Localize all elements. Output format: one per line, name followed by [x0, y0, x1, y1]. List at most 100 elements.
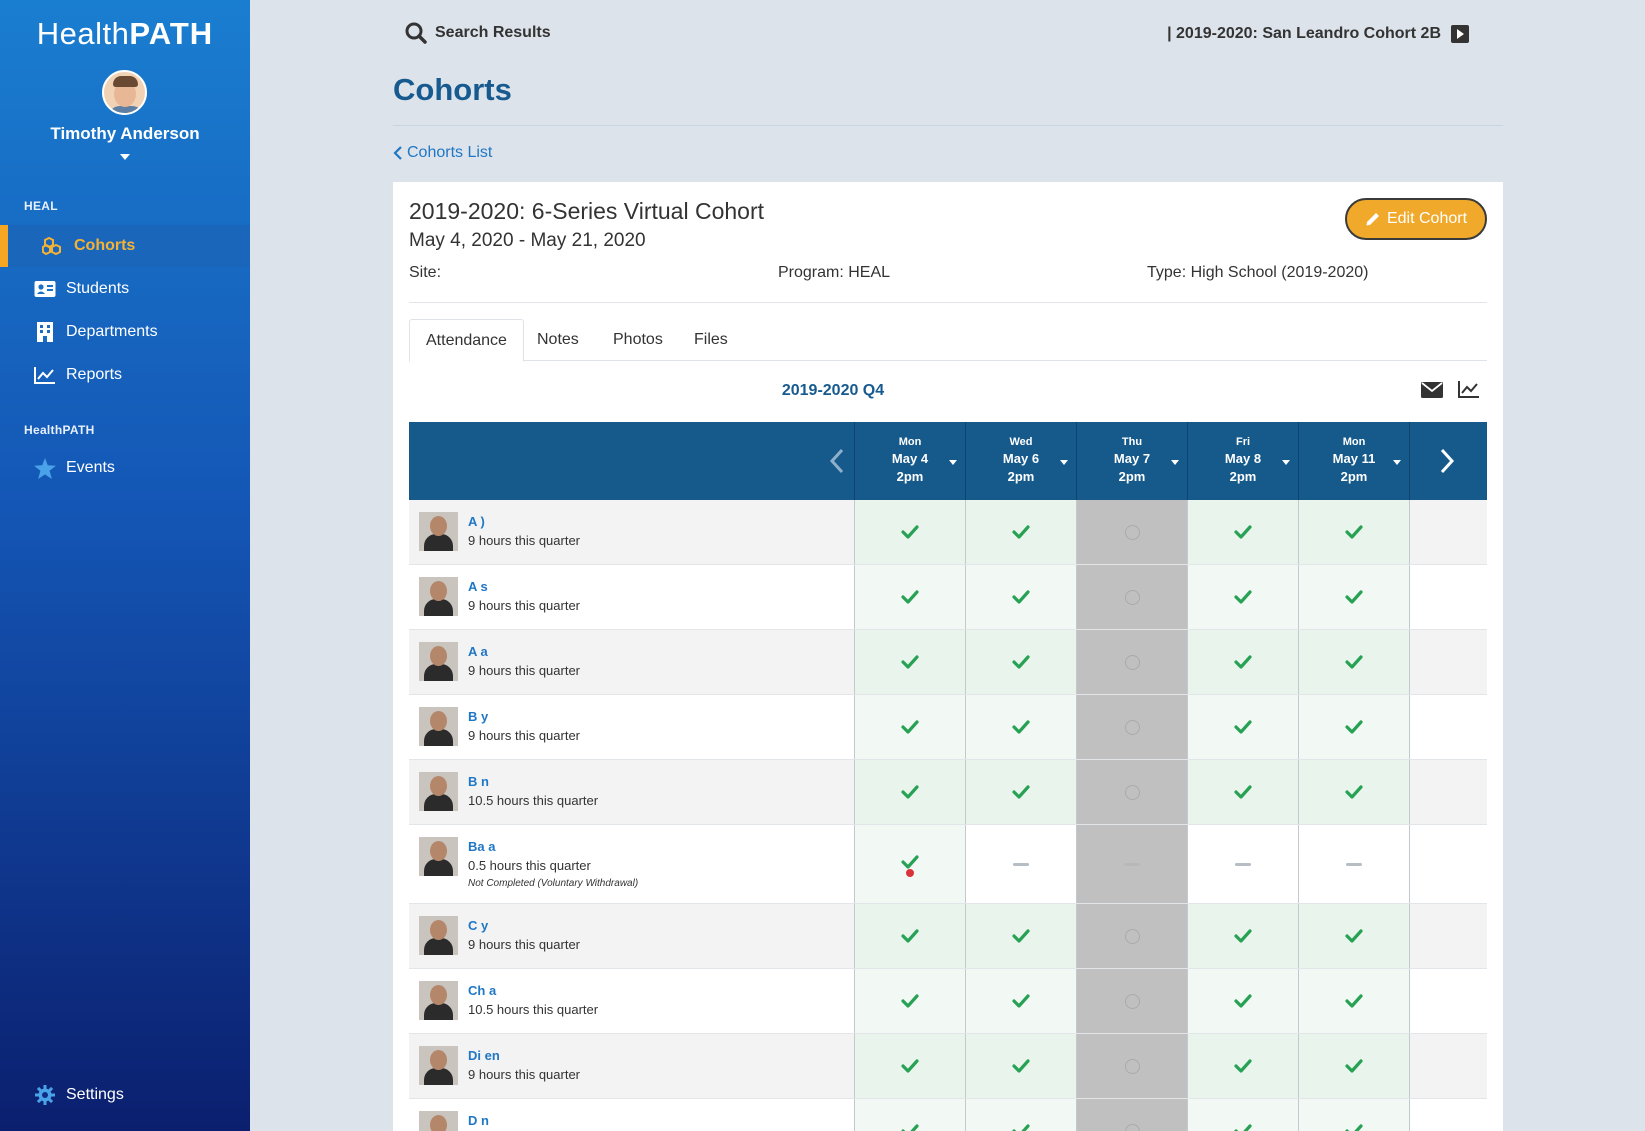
attendance-cell[interactable] — [1076, 630, 1187, 694]
chevron-down-icon[interactable] — [1282, 460, 1290, 465]
attendance-cell[interactable] — [965, 565, 1076, 629]
avatar[interactable] — [102, 70, 147, 115]
attendance-cell[interactable] — [854, 500, 965, 564]
attendance-cell[interactable] — [854, 969, 965, 1033]
attendance-cell[interactable] — [1187, 1099, 1298, 1131]
attendance-cell[interactable] — [854, 825, 965, 903]
attendance-cell[interactable] — [965, 1034, 1076, 1098]
attendance-cell[interactable] — [1076, 760, 1187, 824]
attendance-cell[interactable] — [1076, 825, 1187, 903]
tab-attendance[interactable]: Attendance — [409, 319, 524, 362]
attendance-cell[interactable] — [965, 1099, 1076, 1131]
attendance-cell[interactable] — [1187, 500, 1298, 564]
student-name-link[interactable]: Ch a — [468, 983, 496, 998]
date-column-header[interactable]: Wed May 6 2pm — [965, 422, 1076, 500]
play-icon[interactable] — [1451, 25, 1469, 43]
date-column-header[interactable]: Mon May 11 2pm — [1298, 422, 1409, 500]
search-results-link[interactable]: Search Results — [405, 22, 551, 44]
date-column-header[interactable]: Fri May 8 2pm — [1187, 422, 1298, 500]
attendance-cell[interactable] — [854, 760, 965, 824]
attendance-cell[interactable] — [1298, 825, 1409, 903]
attendance-cell[interactable] — [1187, 630, 1298, 694]
attendance-cell[interactable] — [1187, 565, 1298, 629]
attendance-cell[interactable] — [1076, 1034, 1187, 1098]
tab-notes[interactable]: Notes — [521, 319, 595, 361]
sidebar-item-events[interactable]: Events — [0, 447, 250, 489]
student-photo[interactable] — [419, 916, 458, 955]
app-logo[interactable]: HealthPATH — [0, 16, 250, 52]
date-column-header[interactable]: Mon May 4 2pm — [854, 422, 965, 500]
line-chart-icon[interactable] — [1458, 380, 1480, 403]
attendance-cell[interactable] — [1076, 904, 1187, 968]
date-column-header[interactable]: Thu May 7 2pm — [1076, 422, 1187, 500]
student-photo[interactable] — [419, 1046, 458, 1085]
attendance-cell[interactable] — [854, 565, 965, 629]
tab-photos[interactable]: Photos — [597, 319, 679, 361]
attendance-cell[interactable] — [1076, 565, 1187, 629]
attendance-cell[interactable] — [1187, 904, 1298, 968]
attendance-cell[interactable] — [1298, 630, 1409, 694]
sidebar-item-reports[interactable]: Reports — [0, 354, 250, 396]
attendance-cell[interactable] — [1187, 825, 1298, 903]
chevron-down-icon[interactable] — [120, 154, 130, 160]
attendance-cell[interactable] — [854, 1034, 965, 1098]
attendance-cell[interactable] — [854, 630, 965, 694]
attendance-cell[interactable] — [1298, 904, 1409, 968]
tab-files[interactable]: Files — [678, 319, 744, 361]
attendance-cell[interactable] — [1187, 695, 1298, 759]
student-photo[interactable] — [419, 577, 458, 616]
sidebar-item-settings[interactable]: Settings — [0, 1074, 250, 1116]
attendance-cell[interactable] — [1298, 1034, 1409, 1098]
student-name-link[interactable]: Ba a — [468, 839, 495, 854]
attendance-cell[interactable] — [1076, 1099, 1187, 1131]
attendance-cell[interactable] — [1076, 969, 1187, 1033]
attendance-cell[interactable] — [1298, 969, 1409, 1033]
attendance-cell[interactable] — [1187, 969, 1298, 1033]
back-link[interactable]: Cohorts List — [393, 144, 492, 162]
attendance-cell[interactable] — [965, 500, 1076, 564]
student-name-link[interactable]: A a — [468, 644, 488, 659]
attendance-cell[interactable] — [1187, 1034, 1298, 1098]
email-icon[interactable] — [1421, 382, 1443, 403]
student-name-link[interactable]: A ) — [468, 514, 485, 529]
attendance-cell[interactable] — [1187, 760, 1298, 824]
student-photo[interactable] — [419, 1111, 458, 1131]
chevron-down-icon[interactable] — [1060, 460, 1068, 465]
student-name-link[interactable]: B n — [468, 774, 489, 789]
student-photo[interactable] — [419, 512, 458, 551]
attendance-cell[interactable] — [965, 825, 1076, 903]
student-name-link[interactable]: Di en — [468, 1048, 500, 1063]
attendance-cell[interactable] — [965, 969, 1076, 1033]
attendance-cell[interactable] — [1298, 1099, 1409, 1131]
student-name-link[interactable]: B y — [468, 709, 488, 724]
sidebar-item-cohorts[interactable]: Cohorts — [0, 225, 250, 267]
attendance-cell[interactable] — [965, 630, 1076, 694]
student-photo[interactable] — [419, 642, 458, 681]
attendance-cell[interactable] — [854, 904, 965, 968]
current-cohort-selector[interactable]: | 2019-2020: San Leandro Cohort 2B — [1167, 25, 1469, 43]
previous-dates-arrow-icon[interactable] — [829, 448, 845, 479]
attendance-cell[interactable] — [1298, 565, 1409, 629]
sidebar-item-students[interactable]: Students — [0, 268, 250, 310]
student-photo[interactable] — [419, 772, 458, 811]
attendance-cell[interactable] — [1298, 760, 1409, 824]
student-photo[interactable] — [419, 981, 458, 1020]
student-photo[interactable] — [419, 837, 458, 876]
attendance-cell[interactable] — [1076, 500, 1187, 564]
edit-cohort-button[interactable]: Edit Cohort — [1345, 198, 1487, 240]
student-name-link[interactable]: C y — [468, 918, 488, 933]
sidebar-item-departments[interactable]: Departments — [0, 311, 250, 353]
student-photo[interactable] — [419, 707, 458, 746]
attendance-cell[interactable] — [965, 760, 1076, 824]
next-dates-arrow-icon[interactable] — [1439, 448, 1455, 479]
attendance-cell[interactable] — [1298, 695, 1409, 759]
attendance-cell[interactable] — [854, 1099, 965, 1131]
attendance-cell[interactable] — [965, 904, 1076, 968]
attendance-cell[interactable] — [1076, 695, 1187, 759]
chevron-down-icon[interactable] — [1171, 460, 1179, 465]
attendance-cell[interactable] — [854, 695, 965, 759]
student-name-link[interactable]: A s — [468, 579, 488, 594]
user-name[interactable]: Timothy Anderson — [0, 124, 250, 144]
chevron-down-icon[interactable] — [949, 460, 957, 465]
chevron-down-icon[interactable] — [1393, 460, 1401, 465]
